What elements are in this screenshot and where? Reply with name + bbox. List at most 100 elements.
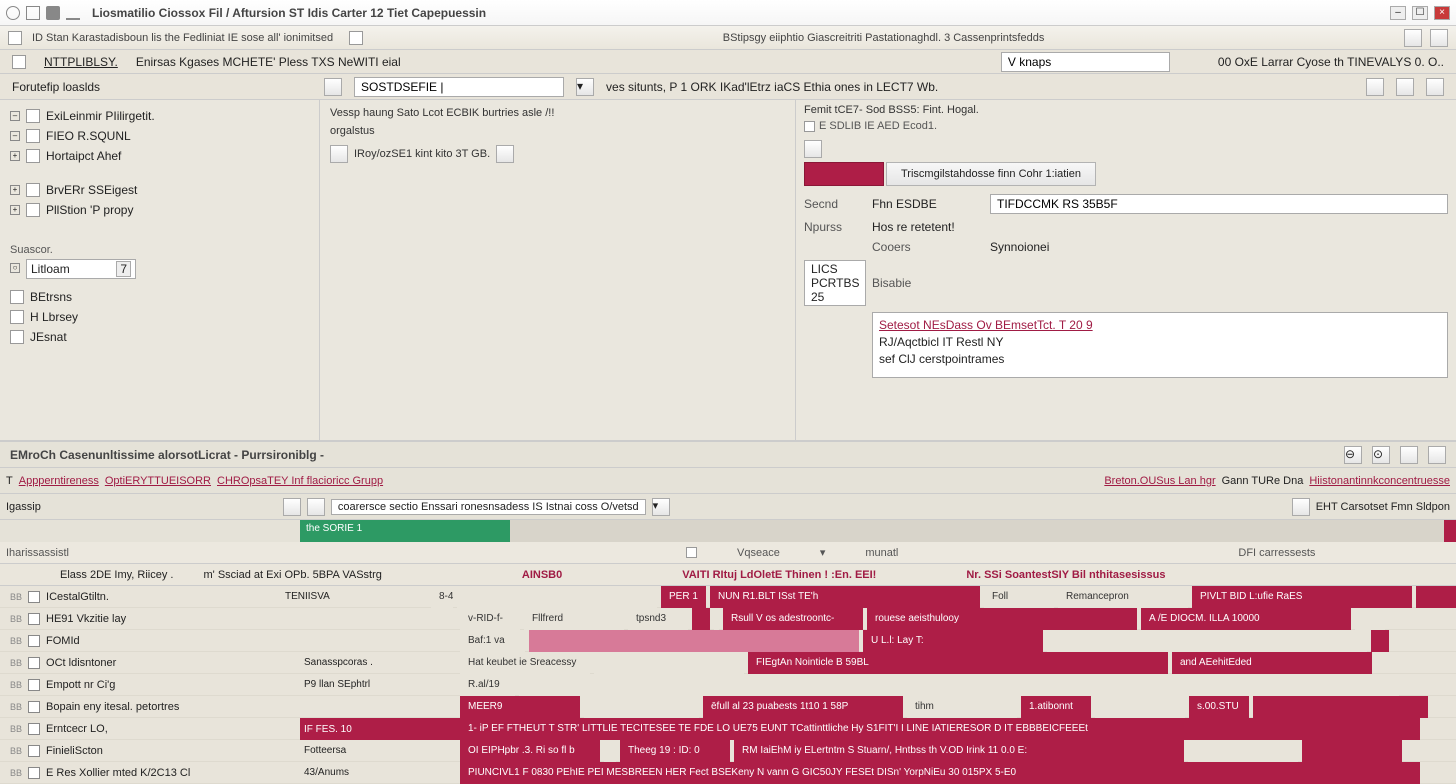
expand-icon[interactable]: + — [10, 151, 20, 161]
toolrow-link-2[interactable]: OptiERYTTUEISORR — [105, 475, 211, 487]
strip-button-2[interactable] — [1430, 29, 1448, 47]
menu-items[interactable]: Enirsas Kgases MCHETE' Pless TXS NeWITI … — [136, 55, 401, 69]
center-btn-icon[interactable] — [330, 145, 348, 163]
gantt-segment[interactable]: R.al/19 — [460, 674, 515, 696]
subtoolbar-input[interactable] — [354, 77, 564, 97]
gantt-segment[interactable]: U L.l: Lay T: — [863, 630, 1043, 652]
tree-item[interactable]: –ExiLeinmir PIilirgetit. — [10, 106, 309, 126]
gantt-segment[interactable] — [604, 740, 616, 762]
gantt-segment[interactable]: NUN R1.BLT ISst TE'h — [710, 586, 980, 608]
gantt-segment[interactable]: Foll — [984, 586, 1054, 608]
gantt-segment[interactable]: A /E DIOCM. ILLA 10000 — [1141, 608, 1351, 630]
gantt-segment[interactable]: PIVLT BID L:ufie RaES — [1192, 586, 1412, 608]
gantt-segment[interactable] — [1416, 586, 1456, 608]
gantt-segment[interactable]: Baf:1 va — [460, 630, 525, 652]
tab-active[interactable] — [804, 162, 884, 186]
gantt-segment[interactable]: tihm — [907, 696, 1017, 718]
gantt-segment[interactable]: MEER9 — [460, 696, 580, 718]
tree-item[interactable]: –FIEO R.SQUNL — [10, 126, 309, 146]
gantt-segment[interactable]: PIUNCIVL1 F 0830 PEhIE PEI MESBREEN HER … — [460, 762, 1420, 784]
toolrow-link-3[interactable]: Breton.OUSus Lan hgr — [1104, 475, 1215, 487]
toolrow-link-5[interactable]: Hiistonantinnkconcentruesse — [1309, 475, 1450, 487]
toolrow-link-1[interactable]: Appperntireness — [19, 475, 99, 487]
right-toolbar-btn[interactable] — [804, 140, 822, 158]
subtoolbar-btn-r3[interactable] — [1426, 78, 1444, 96]
gantt-segment[interactable] — [457, 586, 657, 608]
gantt-segment[interactable]: tpsnd3 — [628, 608, 688, 630]
section-dropdown[interactable]: Litloam 7 — [26, 259, 136, 279]
filter-btn-2[interactable] — [307, 498, 325, 516]
filter-dd-icon[interactable]: ▾ — [652, 498, 670, 516]
tree-item[interactable]: +PllStion 'P propy — [10, 200, 309, 220]
maximize-button[interactable]: ☐ — [1412, 6, 1428, 20]
menu-left-label[interactable]: NTTPLIBLSY. — [44, 55, 118, 69]
browser-back-icon[interactable] — [26, 6, 40, 20]
filter-btn-1[interactable] — [283, 498, 301, 516]
gantt-segment[interactable]: Fllfrerd — [524, 608, 624, 630]
subtoolbar-btn-r2[interactable] — [1396, 78, 1414, 96]
gantt-segment[interactable]: Hat keubet ie Sreacessy — [460, 652, 590, 674]
gantt-segment[interactable]: FIEgtAn Nointicle B 59BL — [748, 652, 1168, 674]
lower-title-btn-4[interactable] — [1428, 446, 1446, 464]
gantt-segment[interactable] — [529, 630, 859, 652]
lower-title-btn-2[interactable]: ⊙ — [1372, 446, 1390, 464]
gantt-segment[interactable]: ēfull al 23 puabests 1t10 1 58P — [703, 696, 903, 718]
gantt-segment[interactable]: Remancepron — [1058, 586, 1188, 608]
table-row[interactable]: BBOCt ldisntonerSanasspcoras .Hat keubet… — [0, 652, 1456, 674]
gantt-segment[interactable] — [1095, 696, 1185, 718]
center-btn-icon-2[interactable] — [496, 145, 514, 163]
expand-icon[interactable]: + — [10, 205, 20, 215]
subtoolbar-btn-r1[interactable] — [1366, 78, 1384, 96]
gantt-segment[interactable] — [1047, 630, 1367, 652]
table-row[interactable]: BBEmpott nr Ci'gP9 llan SEphtrlR.al/19 — [0, 674, 1456, 696]
expand-icon[interactable]: – — [10, 131, 20, 141]
gantt-segment[interactable] — [692, 608, 710, 630]
gantt-segment[interactable]: rouese aeisthulooy — [867, 608, 1137, 630]
close-button[interactable]: × — [1434, 6, 1450, 20]
table-row[interactable]: BBE Res Xollier mted K/2C13 Cl43/AnumsPI… — [0, 762, 1456, 784]
table-row[interactable]: BBBopain eny itesal. petortresMEER9ēfull… — [0, 696, 1456, 718]
table-row[interactable]: BBHE91 Vkzitie layv-RID-f-Fllfrerdtpsnd3… — [0, 608, 1456, 630]
gantt-segment[interactable]: 8-41 — [431, 586, 453, 608]
section-toggle-icon[interactable]: ○ — [10, 263, 20, 273]
expand-icon[interactable]: – — [10, 111, 20, 121]
table-row[interactable]: BBErntcecr LO,IF FES. 101- iP EF FTHEUT … — [0, 718, 1456, 740]
gantt-segment[interactable] — [1188, 740, 1298, 762]
list-item[interactable]: BEtrsns — [10, 287, 309, 307]
gantt-segment[interactable] — [1253, 696, 1428, 718]
expand-icon[interactable]: + — [10, 185, 20, 195]
form-input-1[interactable] — [990, 194, 1448, 214]
gantt-segment[interactable] — [1371, 630, 1389, 652]
gantt-segment[interactable] — [714, 608, 719, 630]
table-row[interactable]: BBFinieliSctonFotteersaOI EIPHpbr .3. Ri… — [0, 740, 1456, 762]
subtoolbar-btn-1[interactable] — [324, 78, 342, 96]
gantt-segment[interactable]: Theeg 19 : ID: 0 — [620, 740, 730, 762]
gantt-segment[interactable] — [594, 652, 744, 674]
gantt-segment[interactable]: 1- iP EF FTHEUT T STR' LITTLIE TECITESEE… — [460, 718, 1420, 740]
filter-icon[interactable] — [686, 547, 697, 558]
lower-title-btn-3[interactable] — [1400, 446, 1418, 464]
gantt-segment[interactable] — [519, 674, 1399, 696]
gantt-segment[interactable] — [1302, 740, 1402, 762]
toolrow-center[interactable]: CHROpsaTEY Inf flacioricc Grupp — [217, 475, 383, 487]
list-item[interactable]: H Lbrsey — [10, 307, 309, 327]
gantt-segment[interactable]: OI EIPHpbr .3. Ri so fl b — [460, 740, 600, 762]
tree-item[interactable]: +BrvERr SSEigest — [10, 180, 309, 200]
menu-search-input[interactable] — [1001, 52, 1170, 72]
tab-detail[interactable]: Triscmgilstahdosse finn Cohr 1:iatien — [886, 162, 1096, 186]
list-item[interactable]: JEsnat — [10, 327, 309, 347]
table-row[interactable]: BBICestalGtiltn.TENIISVA8-41PER 1NUN R1.… — [0, 586, 1456, 608]
gantt-segment[interactable]: RM IaiEhM iy ELertntm S Stuarn/, Hntbss … — [734, 740, 1184, 762]
gantt-segment[interactable]: v-RID-f- — [460, 608, 520, 630]
gantt-segment[interactable]: PER 1 — [661, 586, 706, 608]
lower-title-btn-1[interactable]: ⊖ — [1344, 446, 1362, 464]
strip-button-1[interactable] — [1404, 29, 1422, 47]
subtoolbar-dropdown-icon[interactable]: ▾ — [576, 78, 594, 96]
gantt-segment[interactable]: and AEehitEded — [1172, 652, 1372, 674]
gantt-segment[interactable]: 1.atibonnt — [1021, 696, 1091, 718]
tree-item[interactable]: +Hortaipct Ahef — [10, 146, 309, 166]
gantt-segment[interactable]: Rsull V os adestroontc- — [723, 608, 863, 630]
filter-btn-r1[interactable] — [1292, 498, 1310, 516]
minimize-button[interactable]: – — [1390, 6, 1406, 20]
gantt-segment[interactable] — [584, 696, 699, 718]
